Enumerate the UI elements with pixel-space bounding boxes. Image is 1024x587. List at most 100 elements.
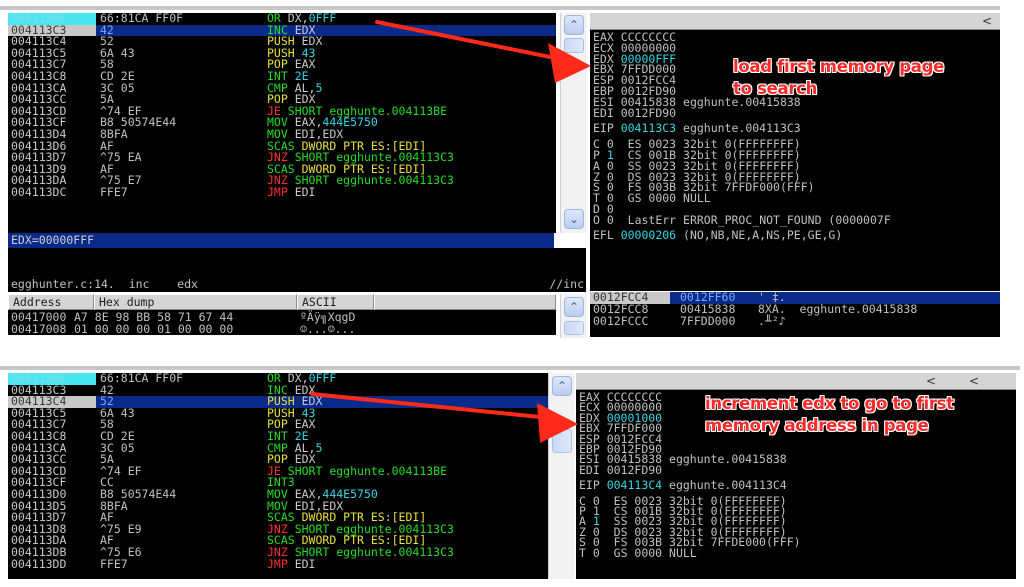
collapse-arrow-icon[interactable]: < — [969, 373, 979, 389]
instruction-token: EDI — [294, 184, 316, 199]
register-name: EIP — [593, 121, 621, 136]
disasm-opcode: 8BFA — [100, 126, 128, 141]
flag-row[interactable]: T 0 GS 0000 NULL — [593, 191, 891, 206]
instruction-token: SHORT egghunte.004113C3 — [294, 544, 454, 559]
segment-info: GS 0000 NULL — [613, 191, 711, 206]
register-row[interactable]: EDI 0012FD90 — [593, 105, 891, 120]
disassembly-pane[interactable]: 004113BE 66:81CA FF0F OR DX,0FFF 004113C3 42… — [8, 13, 556, 233]
scroll-thumb[interactable] — [552, 429, 572, 453]
flag-row[interactable]: O 0 LastErr ERROR_PROC_NOT_FOUND (000000… — [593, 212, 891, 227]
annotation-callout: increment edx to go to first memory addr… — [705, 393, 954, 437]
disasm-row[interactable]: 004113DC FFE7 JMP EDI — [8, 184, 556, 199]
dump-scrollbar[interactable]: ⌃ — [560, 294, 587, 338]
instruction-token: 5 — [315, 80, 323, 95]
collapse-arrow-icon[interactable]: < — [926, 373, 936, 389]
disasm-row[interactable]: 004113DD FFE7 JMP EDI — [8, 556, 549, 571]
disassembly-pane[interactable]: 004113BE 66:81CA FF0F OR DX,0FFF 004113C3 42… — [8, 373, 549, 579]
stack-row[interactable]: 0012FCCC 7FFDD000 .╨²♪ — [590, 314, 1000, 328]
disasm-opcode: ^75 EA — [100, 150, 142, 165]
disasm-address[interactable]: 004113DC — [8, 186, 96, 199]
annotation-line-1: load first memory page — [733, 57, 945, 76]
disasm-opcode: 3C 05 — [100, 80, 135, 95]
register-row-eip[interactable]: EIP 004113C3 egghunte.004113C3 — [593, 121, 891, 136]
register-note: egghunte.004113C3 — [676, 121, 801, 136]
register-name: EDI — [579, 462, 607, 477]
window-frame-top — [0, 6, 1000, 10]
instruction-token: SHORT egghunte.004113C3 — [294, 173, 454, 188]
instruction-token: SHORT egghunte.004113BE — [287, 463, 448, 478]
disassembly-scrollbar[interactable]: ⌃ ⌄ — [560, 13, 587, 233]
register-name: EFL — [593, 227, 621, 242]
segment-info: GS 0000 NULL — [599, 545, 697, 560]
dump-hex: 01 00 00 00 01 00 00 00 — [74, 321, 234, 335]
source-text: egghunter.c:14. inc edx — [11, 277, 198, 291]
dump-ascii: ☺...☺... — [300, 321, 356, 335]
collapse-arrow-icon[interactable]: < — [982, 13, 992, 29]
disasm-opcode: 6A 43 — [100, 45, 135, 60]
source-comment: //inc — [549, 277, 584, 291]
register-note: egghunte.004113C4 — [662, 478, 787, 493]
scroll-thumb[interactable] — [564, 38, 584, 53]
instruction-token: JMP — [267, 184, 295, 199]
disasm-opcode: FFE7 — [100, 556, 128, 571]
annotation-line-1: increment edx to go to first — [705, 394, 954, 413]
register-value[interactable]: 0012FD90 — [621, 106, 676, 120]
disasm-instruction: JE SHORT egghunte.004113BE — [264, 463, 549, 478]
disasm-instruction: JMP EDI — [264, 556, 549, 571]
register-value[interactable]: 004113C3 — [621, 121, 676, 135]
flag-value[interactable]: 0 — [593, 546, 600, 560]
register-name: EIP — [579, 478, 607, 493]
disasm-opcode: ^75 E9 — [100, 521, 142, 536]
disasm-instruction: JMP EDI — [264, 184, 556, 199]
segment-info: LastErr ERROR_PROC_NOT_FOUND (0000007F — [613, 212, 891, 227]
debugger-screenshot-1: 004113BE 66:81CA FF0F OR DX,0FFF 004113C3 42… — [0, 0, 1024, 340]
source-line: egghunter.c:14. inc edx //inc — [8, 278, 586, 292]
register-row-efl[interactable]: EFL 00000206 (NO,NB,NE,A,NS,PE,GE,G) — [593, 227, 891, 242]
instruction-token: 5 — [315, 440, 323, 455]
annotation-line-2: to search — [733, 79, 818, 98]
register-note: (NO,NB,NE,A,NS,PE,GE,G) — [676, 227, 843, 242]
dump-header-ascii[interactable]: ASCII — [297, 294, 374, 310]
disasm-opcode: ^74 EF — [100, 463, 142, 478]
annotation-line-2: memory address in page — [705, 416, 929, 435]
dump-row[interactable]: 00417008 01 00 00 00 01 00 00 00 ☺...☺... — [8, 321, 556, 335]
scroll-thumb[interactable] — [564, 321, 584, 335]
registers-title-bar: Registers (FPU) < < — [576, 373, 1016, 404]
instruction-token: EDI — [294, 556, 316, 571]
disasm-opcode: 3C 05 — [100, 440, 135, 455]
scroll-down-button[interactable]: ⌄ — [564, 209, 584, 229]
register-value[interactable]: 00000206 — [621, 228, 676, 242]
dump-header-hex[interactable]: Hex dump — [94, 294, 297, 310]
stack-comment: .╨²♪ — [758, 314, 786, 328]
register-value[interactable]: 004113C4 — [607, 478, 662, 492]
stack-pane[interactable]: 0012FCC4 0012FF60 ' ‡. 0012FCC8 00415838 8XA.… — [590, 292, 1000, 337]
info-pane-blank — [8, 248, 586, 278]
register-name: EDI — [593, 105, 621, 120]
disasm-address[interactable]: 004113DD — [8, 558, 96, 571]
disasm-opcode: 66:81CA FF0F — [100, 13, 184, 25]
window-frame-top — [0, 366, 1020, 370]
instruction-token: JMP — [267, 556, 295, 571]
disasm-opcode: 42 — [100, 22, 114, 37]
scroll-up-button[interactable]: ⌃ — [564, 15, 584, 35]
stack-value: 7FFDD000 — [680, 314, 736, 328]
disasm-opcode: 42 — [100, 382, 114, 397]
stack-address[interactable]: 0012FCCC — [590, 315, 670, 328]
scroll-up-button[interactable]: ⌃ — [564, 297, 584, 317]
hex-dump-pane[interactable]: 00417000 A7 8E 98 BB 58 71 67 44 ºÄÿ╗XqgD 0… — [8, 310, 556, 335]
disasm-opcode: 8BFA — [100, 498, 128, 513]
info-line: EDX=00000FFF — [8, 233, 554, 248]
register-row-eip[interactable]: EIP 004113C4 egghunte.004113C4 — [579, 478, 801, 493]
flag-value[interactable]: 0 — [607, 213, 614, 227]
register-note: egghunte.00415838 — [662, 452, 787, 467]
disasm-opcode: 6A 43 — [100, 405, 135, 420]
stack-row[interactable]: 0012FCC8 00415838 8XA. egghunte.00415838 — [590, 303, 1000, 316]
register-value[interactable]: 0012FD90 — [607, 463, 662, 477]
dump-address: 00417008 — [11, 321, 67, 335]
dump-header-address[interactable]: Address — [8, 294, 94, 310]
disasm-opcode: 66:81CA FF0F — [100, 373, 184, 385]
disasm-opcode: FFE7 — [100, 184, 128, 199]
disassembly-scrollbar[interactable]: ⌃ — [548, 373, 575, 579]
debugger-screenshot-2: 004113BE 66:81CA FF0F OR DX,0FFF 004113C3 42… — [0, 362, 1024, 587]
scroll-up-button[interactable]: ⌃ — [552, 376, 572, 396]
